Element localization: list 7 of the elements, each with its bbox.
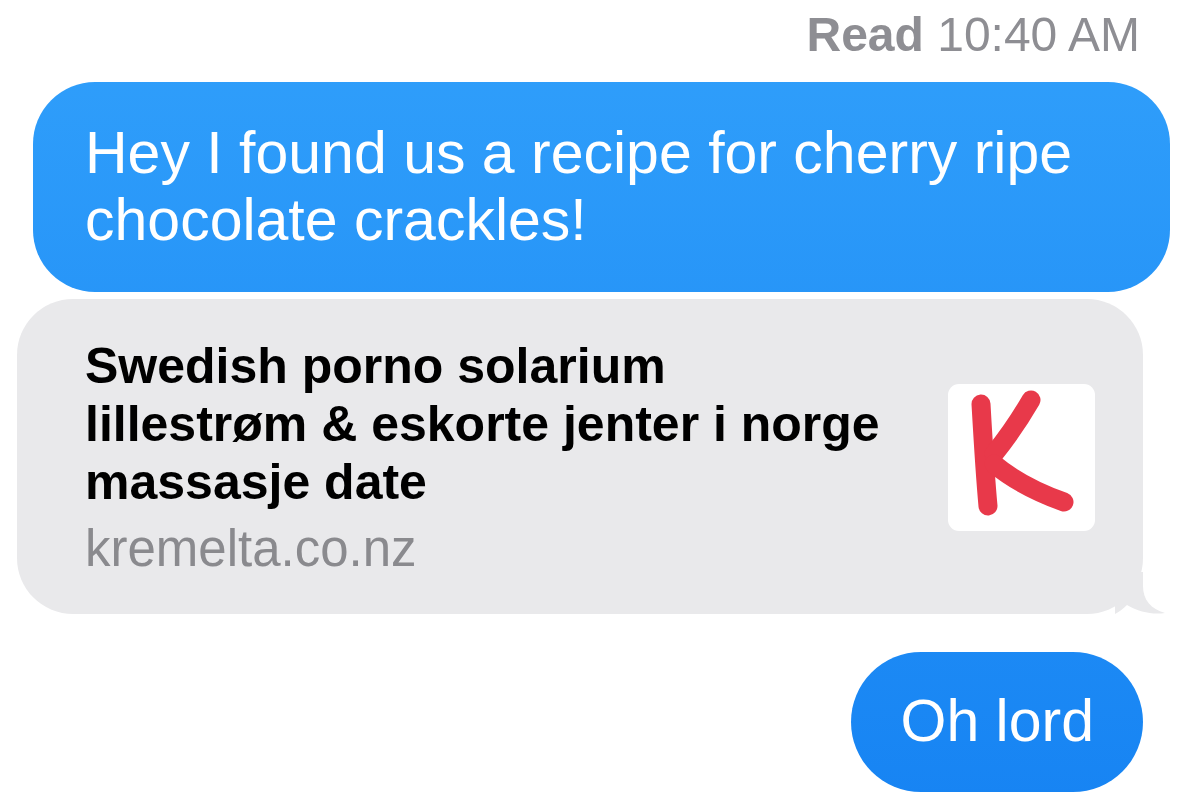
link-preview-bubble[interactable]: Swedish porno solarium lillestrøm & eskorte jenter i norge massasje date kremelta.co.nz (17, 299, 1165, 614)
message-bubble: Hey I found us a recipe for cherry ripe chocolate crackles! (33, 82, 1170, 292)
link-title: Swedish porno solarium lillestrøm & eskorte jenter i norge massasje date (85, 337, 880, 511)
k-logo-icon (948, 383, 1095, 531)
message-bubble: Oh lord (850, 652, 1143, 792)
link-domain: kremelta.co.nz (85, 521, 418, 577)
read-receipt: Read 10:40 AM (806, 7, 1140, 63)
